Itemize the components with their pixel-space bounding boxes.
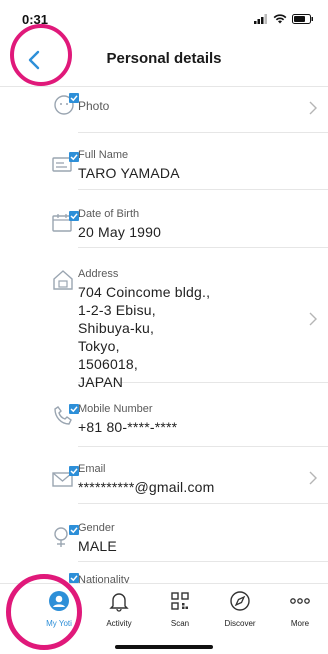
tab-label: Scan: [170, 619, 190, 628]
detail-label: Full Name: [78, 149, 129, 161]
detail-label: Email: [78, 463, 106, 475]
tab-label: Activity: [106, 619, 132, 628]
tab-activity[interactable]: Activity: [89, 590, 149, 628]
qr-code-icon: [171, 592, 189, 610]
detail-row-gender: Gender MALE: [54, 504, 328, 562]
phone-icon: [54, 404, 79, 425]
detail-label: Date of Birth: [78, 208, 140, 220]
tab-label: My Yoti: [46, 619, 72, 628]
tab-label: Discover: [224, 619, 256, 628]
home-icon: [53, 270, 73, 290]
gender-icon: [54, 525, 79, 547]
detail-value: MALE: [78, 538, 117, 554]
detail-label: Gender: [78, 522, 115, 534]
detail-row-nationality: Nationality: [69, 562, 328, 583]
personal-details-list: Photo Full Name TARO YAMADA Date of Birt…: [0, 86, 328, 583]
tab-bar: My Yoti Activity Scan Discover More: [0, 583, 328, 654]
page-title: Personal details: [106, 50, 222, 67]
chevron-right-icon: [309, 101, 317, 115]
battery-icon: [292, 14, 313, 24]
detail-row-address[interactable]: Address 704 Coincome bldg., 1-2-3 Ebisu,…: [53, 248, 328, 390]
detail-value: TARO YAMADA: [78, 165, 180, 181]
mail-icon: [52, 466, 79, 487]
detail-row-mobile-number: Mobile Number +81 80-****-****: [54, 383, 328, 447]
signal-icon: [254, 14, 267, 24]
flag-icon: [69, 573, 79, 583]
detail-label: Nationality: [78, 574, 130, 583]
home-indicator[interactable]: [115, 645, 213, 649]
status-time: 0:31: [22, 12, 49, 27]
detail-label: Mobile Number: [78, 403, 153, 415]
detail-label: Photo: [78, 99, 110, 113]
status-bar: 0:31: [0, 0, 328, 34]
detail-row-email[interactable]: Email **********@gmail.com: [52, 447, 328, 504]
detail-row-date-of-birth: Date of Birth 20 May 1990: [52, 190, 328, 248]
detail-value: **********@gmail.com: [78, 479, 215, 495]
system-icons: [254, 14, 314, 24]
nav-bar: Personal details: [0, 34, 328, 87]
tab-my-yoti[interactable]: My Yoti: [29, 590, 89, 628]
bell-icon: [109, 593, 129, 612]
tab-label: More: [290, 619, 310, 628]
detail-value: +81 80-****-****: [78, 419, 178, 435]
chevron-right-icon: [309, 471, 317, 485]
detail-row-photo[interactable]: Photo: [54, 86, 328, 133]
my-yoti-icon: [49, 591, 69, 611]
detail-value: 704 Coincome bldg., 1-2-3 Ebisu, Shibuya…: [78, 284, 211, 390]
more-icon: [290, 598, 310, 604]
detail-value: 20 May 1990: [78, 224, 162, 240]
photo-icon: [54, 93, 79, 115]
tab-discover[interactable]: Discover: [210, 590, 270, 628]
id-card-icon: [52, 152, 79, 172]
wifi-icon: [273, 14, 287, 24]
tab-more[interactable]: More: [270, 590, 328, 628]
detail-row-full-name: Full Name TARO YAMADA: [52, 133, 328, 190]
tab-scan[interactable]: Scan: [150, 590, 210, 628]
calendar-icon: [52, 211, 79, 232]
chevron-right-icon: [309, 312, 317, 326]
detail-label: Address: [78, 268, 119, 280]
compass-icon: [230, 591, 250, 611]
